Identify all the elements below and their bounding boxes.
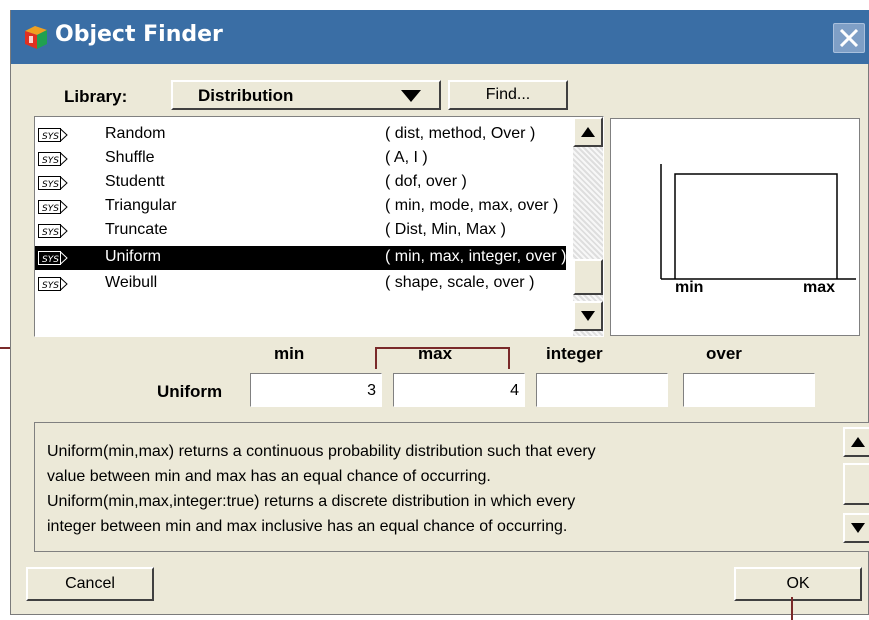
function-name: Weibull — [105, 274, 158, 291]
list-item[interactable]: SYS Weibull ( shape, scale, over ) — [35, 272, 566, 296]
svg-text:SYS: SYS — [42, 255, 59, 265]
function-params: ( shape, scale, over ) — [385, 274, 535, 291]
callout-line-ok — [791, 597, 793, 620]
svg-text:SYS: SYS — [42, 281, 59, 291]
close-button[interactable] — [833, 23, 865, 53]
svg-text:SYS: SYS — [42, 156, 59, 166]
close-icon — [839, 29, 859, 47]
over-field[interactable] — [683, 373, 815, 407]
arrow-down-icon — [581, 311, 595, 321]
description-scrollbar[interactable] — [843, 423, 869, 551]
description-line: Uniform(min,max,integer:true) returns a … — [47, 493, 576, 510]
window-title: Object Finder — [55, 22, 223, 47]
min-field[interactable]: 3 — [250, 373, 382, 407]
list-item[interactable]: SYS Studentt ( dof, over ) — [35, 171, 566, 195]
list-item-selected[interactable]: SYS Uniform ( min, max, integer, over ) — [35, 246, 566, 270]
sys-function-icon: SYS — [38, 176, 68, 190]
description-line: value between min and max has an equal c… — [47, 468, 491, 485]
callout-line-min — [375, 347, 377, 369]
list-item[interactable]: SYS Shuffle ( A, I ) — [35, 147, 566, 171]
function-params: ( dist, method, Over ) — [385, 125, 536, 142]
param-header-min: min — [274, 344, 305, 363]
function-name: Shuffle — [105, 149, 155, 166]
list-item[interactable]: SYS Truncate ( Dist, Min, Max ) — [35, 219, 566, 243]
list-item[interactable]: SYS Triangular ( min, mode, max, over ) — [35, 195, 566, 219]
function-params: ( A, I ) — [385, 149, 428, 166]
find-button[interactable]: Find... — [448, 80, 568, 110]
integer-field[interactable] — [536, 373, 668, 407]
app-logo-icon — [21, 23, 51, 51]
description-line: integer between min and max inclusive ha… — [47, 518, 568, 535]
scroll-thumb[interactable] — [843, 463, 869, 505]
description-panel: Uniform(min,max) returns a continuous pr… — [34, 422, 869, 552]
uniform-density-plot — [660, 164, 856, 280]
scroll-down-button[interactable] — [843, 513, 869, 543]
function-name: Uniform — [105, 248, 162, 265]
function-name: Studentt — [105, 173, 165, 190]
scroll-up-button[interactable] — [843, 427, 869, 457]
param-header-integer: integer — [546, 344, 603, 363]
sys-function-icon: SYS — [38, 251, 68, 265]
list-item[interactable]: SYS Random ( dist, method, Over ) — [35, 123, 566, 147]
scroll-thumb[interactable] — [573, 259, 603, 295]
distribution-preview: min max — [610, 118, 860, 336]
svg-text:SYS: SYS — [42, 180, 59, 190]
max-field[interactable]: 4 — [393, 373, 525, 407]
function-params: ( min, max, integer, over ) — [385, 248, 566, 265]
cancel-button[interactable]: Cancel — [26, 567, 154, 601]
library-select[interactable]: Distribution — [171, 80, 441, 110]
svg-text:SYS: SYS — [42, 228, 59, 238]
function-params: ( Dist, Min, Max ) — [385, 221, 506, 238]
library-selected-value: Distribution — [198, 86, 294, 105]
svg-text:SYS: SYS — [42, 132, 59, 142]
sys-function-icon: SYS — [38, 277, 68, 291]
function-name: Truncate — [105, 221, 168, 238]
parameter-function-name: Uniform — [157, 382, 223, 401]
sys-function-icon: SYS — [38, 200, 68, 214]
callout-line-max-h — [377, 347, 510, 349]
function-params: ( min, mode, max, over ) — [385, 197, 559, 214]
sys-function-icon: SYS — [38, 128, 68, 142]
title-bar[interactable]: Object Finder — [11, 10, 869, 64]
function-params: ( dof, over ) — [385, 173, 467, 190]
function-list-scrollbar[interactable] — [573, 117, 603, 336]
arrow-up-icon — [581, 127, 595, 137]
scroll-up-button[interactable] — [573, 117, 603, 147]
sys-function-icon: SYS — [38, 224, 68, 238]
function-name: Triangular — [105, 197, 177, 214]
function-list[interactable]: SYS Random ( dist, method, Over ) SYS Sh… — [34, 116, 604, 337]
arrow-down-icon — [851, 523, 865, 533]
arrow-up-icon — [851, 437, 865, 447]
library-label: Library: — [64, 87, 128, 106]
preview-max-label: max — [803, 279, 836, 296]
object-finder-dialog: Object Finder Library: Distribution Find… — [10, 10, 869, 615]
svg-text:SYS: SYS — [42, 204, 59, 214]
param-header-over: over — [706, 344, 742, 363]
ok-button[interactable]: OK — [734, 567, 862, 601]
callout-line-max — [508, 347, 510, 369]
preview-min-label: min — [675, 279, 704, 296]
sys-function-icon: SYS — [38, 152, 68, 166]
function-name: Random — [105, 125, 166, 142]
dropdown-arrow-icon — [401, 90, 421, 102]
description-line: Uniform(min,max) returns a continuous pr… — [47, 443, 596, 460]
scroll-down-button[interactable] — [573, 301, 603, 331]
